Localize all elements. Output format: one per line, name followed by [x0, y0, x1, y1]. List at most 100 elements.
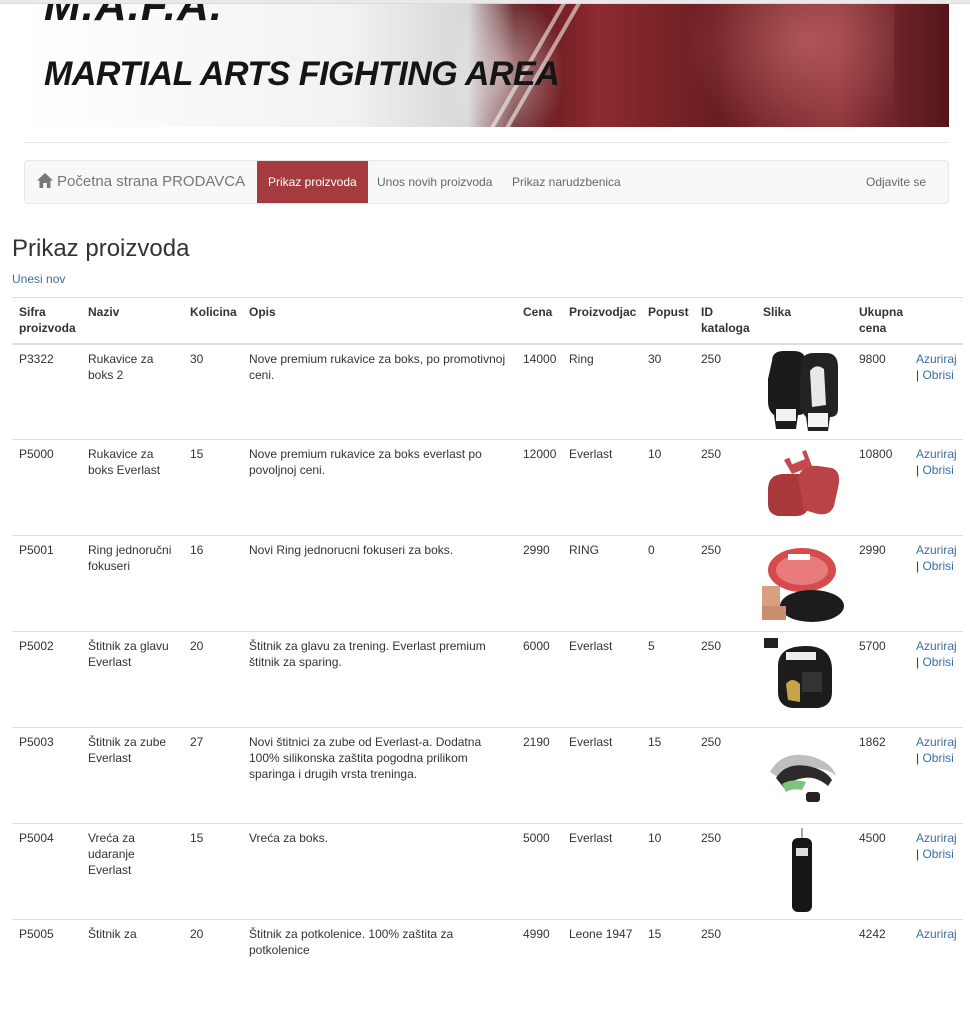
- cell-popust: 5: [641, 631, 694, 728]
- cell-id-kataloga: 250: [694, 535, 756, 632]
- edit-link[interactable]: Azuriraj: [916, 447, 957, 461]
- cell-sifra: P5001: [12, 535, 81, 632]
- cell-proizvodjac: Everlast: [562, 439, 641, 536]
- table-row: P5000 Rukavice za boks Everlast 15 Nove pre…: [12, 439, 963, 536]
- column-header-kolicina: Kolicina: [183, 297, 242, 345]
- cell-cena: 5000: [516, 823, 562, 920]
- cell-kolicina: 15: [183, 823, 242, 920]
- cell-naziv: Vreća za udaranje Everlast: [81, 823, 183, 920]
- nav-item-prikaz-narudzbenica[interactable]: Prikaz narudzbenica: [501, 161, 632, 203]
- cell-kolicina: 15: [183, 439, 242, 536]
- cell-opis: Novi štitnici za zube od Everlast-a. Dod…: [242, 727, 516, 824]
- edit-link[interactable]: Azuriraj: [916, 831, 957, 845]
- cell-cena: 2190: [516, 727, 562, 824]
- cell-naziv: Štitnik za zube Everlast: [81, 727, 183, 824]
- cell-proizvodjac: RING: [562, 535, 641, 632]
- product-image-black-white-boxing-gloves: [762, 348, 846, 435]
- cell-cena: 6000: [516, 631, 562, 728]
- table-row: P5003 Štitnik za zube Everlast 27 Novi štit…: [12, 727, 963, 824]
- cell-id-kataloga: 250: [694, 823, 756, 920]
- action-separator: |: [916, 847, 920, 861]
- delete-link[interactable]: Obrisi: [922, 368, 953, 382]
- nav-item-prikaz-proizvoda[interactable]: Prikaz proizvoda: [257, 161, 368, 203]
- header-banner: M.A.F.A. MARTIAL ARTS FIGHTING AREA: [24, 4, 949, 127]
- cell-id-kataloga: 250: [694, 439, 756, 536]
- cell-ukupna-cena: 4500: [852, 823, 909, 920]
- cell-proizvodjac: Ring: [562, 343, 641, 440]
- edit-link[interactable]: Azuriraj: [916, 927, 957, 941]
- cell-sifra: P5000: [12, 439, 81, 536]
- edit-link[interactable]: Azuriraj: [916, 735, 957, 749]
- nav-brand-home[interactable]: Početna strana PRODAVCA: [37, 161, 245, 203]
- cell-slika: [756, 343, 852, 440]
- cell-slika: [756, 631, 852, 728]
- cell-ukupna-cena: 9800: [852, 343, 909, 440]
- cell-popust: 0: [641, 535, 694, 632]
- column-header-actions: [909, 297, 963, 345]
- delete-link[interactable]: Obrisi: [922, 655, 953, 669]
- banner-title: MARTIAL ARTS FIGHTING AREA: [44, 55, 560, 93]
- nav-logout[interactable]: Odjavite se: [855, 161, 937, 203]
- cell-cena: 14000: [516, 343, 562, 440]
- cell-ukupna-cena: 1862: [852, 727, 909, 824]
- add-new-product-link[interactable]: Unesi nov: [12, 272, 65, 286]
- cell-actions: Azuriraj | Obrisi: [909, 823, 963, 920]
- cell-proizvodjac: Everlast: [562, 631, 641, 728]
- cell-slika: [756, 823, 852, 920]
- cell-naziv: Štitnik za glavu Everlast: [81, 631, 183, 728]
- cell-sifra: P5002: [12, 631, 81, 728]
- cell-sifra: P5005: [12, 919, 81, 1016]
- cell-ukupna-cena: 2990: [852, 535, 909, 632]
- delete-link[interactable]: Obrisi: [922, 751, 953, 765]
- action-separator: |: [916, 559, 920, 573]
- cell-opis: Štitnik za potkolenice. 100% zaštita za …: [242, 919, 516, 1016]
- edit-link[interactable]: Azuriraj: [916, 543, 957, 557]
- edit-link[interactable]: Azuriraj: [916, 639, 957, 653]
- cell-cena: 4990: [516, 919, 562, 1016]
- delete-link[interactable]: Obrisi: [922, 847, 953, 861]
- nav-item-unos-proizvoda[interactable]: Unos novih proizvoda: [366, 161, 503, 203]
- divider: [24, 142, 949, 143]
- cell-slika: [756, 727, 852, 824]
- nav-brand-label: Početna strana PRODAVCA: [57, 173, 246, 190]
- cell-proizvodjac: Everlast: [562, 823, 641, 920]
- cell-id-kataloga: 250: [694, 343, 756, 440]
- cell-ukupna-cena: 4242: [852, 919, 909, 1016]
- edit-link[interactable]: Azuriraj: [916, 352, 957, 366]
- table-header-row: Sifra proizvoda Naziv Kolicina Opis Cena…: [12, 297, 963, 345]
- cell-opis: Nove premium rukavice za boks, po promot…: [242, 343, 516, 440]
- cell-naziv: Rukavice za boks 2: [81, 343, 183, 440]
- cell-sifra: P3322: [12, 343, 81, 440]
- cell-popust: 15: [641, 919, 694, 1016]
- table-row: P5001 Ring jednoručni fokuseri 16 Novi Ring…: [12, 535, 963, 632]
- banner-fighter-image: [674, 4, 894, 127]
- cell-cena: 2990: [516, 535, 562, 632]
- table-row: P5005 Štitnik za 20 Štitnik za potkolenice.…: [12, 919, 963, 1016]
- cell-id-kataloga: 250: [694, 727, 756, 824]
- column-header-proizvodjac: Proizvodjac: [562, 297, 641, 345]
- cell-actions: Azuriraj | Obrisi: [909, 727, 963, 824]
- action-separator: |: [916, 463, 920, 477]
- delete-link[interactable]: Obrisi: [922, 463, 953, 477]
- delete-link[interactable]: Obrisi: [922, 559, 953, 573]
- column-header-slika: Slika: [756, 297, 852, 345]
- cell-naziv: Ring jednoručni fokuseri: [81, 535, 183, 632]
- column-header-opis: Opis: [242, 297, 516, 345]
- product-image-punching-bag: [762, 828, 846, 914]
- cell-sifra: P5004: [12, 823, 81, 920]
- cell-proizvodjac: Everlast: [562, 727, 641, 824]
- cell-kolicina: 20: [183, 919, 242, 1016]
- cell-opis: Vreća za boks.: [242, 823, 516, 920]
- product-image-focus-mitts: [762, 540, 846, 626]
- cell-actions: Azuriraj: [909, 919, 963, 1016]
- product-image-head-guard: [762, 636, 846, 722]
- cell-opis: Novi Ring jednorucni fokuseri za boks.: [242, 535, 516, 632]
- product-image-mouth-guard: [762, 732, 846, 818]
- action-separator: |: [916, 751, 920, 765]
- action-separator: |: [916, 655, 920, 669]
- cell-id-kataloga: 250: [694, 919, 756, 1016]
- cell-sifra: P5003: [12, 727, 81, 824]
- cell-kolicina: 27: [183, 727, 242, 824]
- home-icon: [37, 173, 53, 188]
- column-header-cena: Cena: [516, 297, 562, 345]
